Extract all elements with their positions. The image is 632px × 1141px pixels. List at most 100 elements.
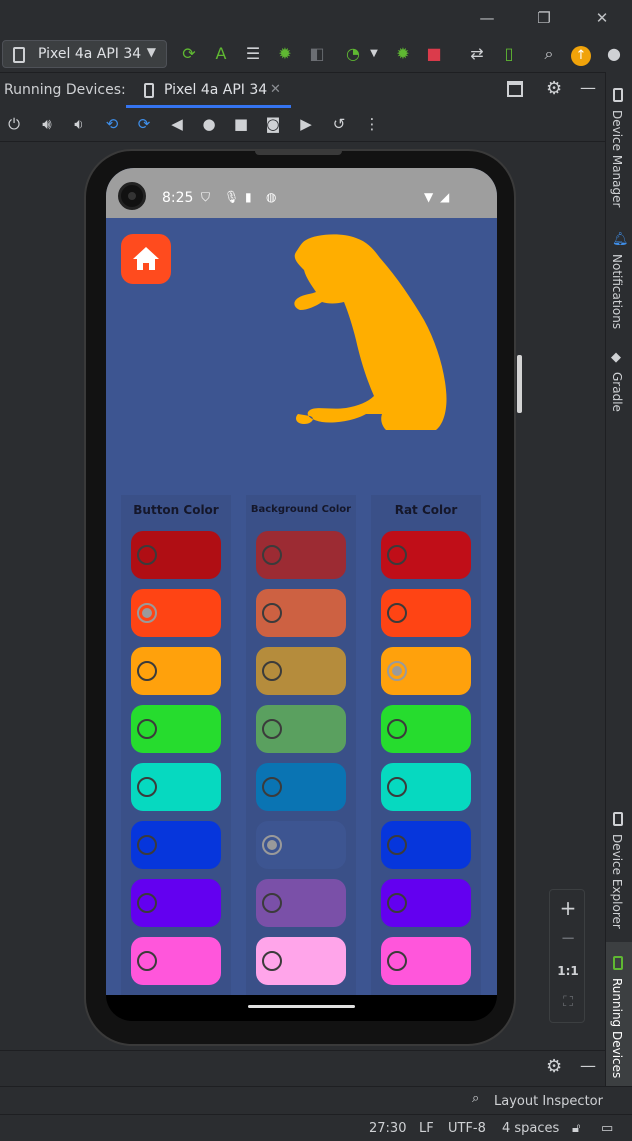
rotate-right-icon[interactable]: ⟳: [133, 113, 155, 135]
phone-screen[interactable]: 8:25 ⛉ 🎙︎ ▮ ◍ ▼ ◢ Button Color Backgroun…: [106, 168, 497, 995]
stop-icon[interactable]: ■: [422, 42, 446, 66]
gear-icon[interactable]: ⚙: [546, 1056, 562, 1077]
hide-panel-icon[interactable]: —: [580, 1056, 596, 1075]
gear-icon[interactable]: ⚙: [546, 78, 562, 99]
color-swatch-option[interactable]: [131, 937, 221, 985]
account-icon[interactable]: ●: [602, 42, 626, 66]
color-swatch-option[interactable]: [256, 879, 346, 927]
indent-setting[interactable]: 4 spaces: [502, 1121, 559, 1136]
debug-attach-icon[interactable]: ✹: [391, 42, 415, 66]
radio-unselected-icon[interactable]: [137, 661, 157, 681]
snapshot-icon[interactable]: ↺: [328, 113, 350, 135]
color-swatch-option[interactable]: [381, 647, 471, 695]
back-icon[interactable]: ◀: [166, 113, 188, 135]
color-swatch-option[interactable]: [256, 937, 346, 985]
color-swatch-option[interactable]: [381, 705, 471, 753]
notifications-tab[interactable]: Notifications: [610, 254, 624, 329]
radio-unselected-icon[interactable]: [262, 661, 282, 681]
radio-unselected-icon[interactable]: [262, 951, 282, 971]
radio-unselected-icon[interactable]: [137, 835, 157, 855]
zoom-out-button[interactable]: −: [550, 928, 586, 949]
profile-dropdown-icon[interactable]: ▼: [362, 42, 386, 66]
radio-unselected-icon[interactable]: [262, 893, 282, 913]
color-swatch-option[interactable]: [381, 589, 471, 637]
radio-selected-icon[interactable]: [137, 603, 157, 623]
radio-selected-icon[interactable]: [387, 661, 407, 681]
actual-size-button[interactable]: 1:1: [550, 964, 586, 978]
color-swatch-option[interactable]: [381, 821, 471, 869]
device-selector[interactable]: Pixel 4a API 34 ▼: [2, 40, 167, 68]
radio-unselected-icon[interactable]: [262, 719, 282, 739]
apply-changes-restart-icon[interactable]: ⟳: [177, 42, 201, 66]
radio-selected-icon[interactable]: [262, 835, 282, 855]
apply-code-changes-icon[interactable]: A: [209, 42, 233, 66]
color-swatch-option[interactable]: [131, 763, 221, 811]
search-icon[interactable]: ⌕: [537, 42, 561, 66]
color-swatch-option[interactable]: [381, 937, 471, 985]
radio-unselected-icon[interactable]: [387, 719, 407, 739]
gesture-nav-pill[interactable]: [248, 1005, 355, 1008]
debug-icon[interactable]: ✹: [273, 42, 297, 66]
home-nav-icon[interactable]: ●: [198, 113, 220, 135]
radio-unselected-icon[interactable]: [262, 603, 282, 623]
radio-unselected-icon[interactable]: [137, 893, 157, 913]
radio-unselected-icon[interactable]: [387, 545, 407, 565]
memory-indicator-icon[interactable]: ▭: [601, 1121, 613, 1136]
volume-up-icon[interactable]: 🔊︎: [36, 113, 58, 135]
radio-unselected-icon[interactable]: [387, 835, 407, 855]
color-swatch-option[interactable]: [256, 647, 346, 695]
radio-unselected-icon[interactable]: [387, 603, 407, 623]
color-swatch-option[interactable]: [256, 589, 346, 637]
gradle-tab[interactable]: Gradle: [610, 372, 624, 412]
radio-unselected-icon[interactable]: [387, 951, 407, 971]
volume-down-icon[interactable]: 🔉︎: [68, 113, 90, 135]
update-icon[interactable]: ↑: [569, 42, 593, 66]
color-swatch-option[interactable]: [256, 763, 346, 811]
file-encoding[interactable]: UTF-8: [448, 1121, 486, 1136]
close-tab-icon[interactable]: ✕: [270, 82, 281, 97]
color-swatch-option[interactable]: [381, 879, 471, 927]
fit-screen-icon[interactable]: ⛶: [550, 994, 586, 1010]
run-configuration-icon[interactable]: ☰: [241, 42, 265, 66]
radio-unselected-icon[interactable]: [137, 777, 157, 797]
color-swatch-option[interactable]: [381, 763, 471, 811]
radio-unselected-icon[interactable]: [387, 893, 407, 913]
more-options-icon[interactable]: ⋮: [361, 113, 383, 135]
radio-unselected-icon[interactable]: [137, 719, 157, 739]
color-swatch-option[interactable]: [131, 705, 221, 753]
rotate-left-icon[interactable]: ⟲: [101, 113, 123, 135]
color-swatch-option[interactable]: [256, 705, 346, 753]
device-explorer-tab[interactable]: Device Explorer: [610, 834, 624, 929]
attach-debugger-icon[interactable]: ◧: [305, 42, 329, 66]
device-mirror-icon[interactable]: ⇄: [465, 42, 489, 66]
radio-unselected-icon[interactable]: [387, 777, 407, 797]
color-swatch-option[interactable]: [131, 647, 221, 695]
phone-side-button[interactable]: [517, 355, 522, 413]
device-manager-icon[interactable]: ▯: [497, 42, 521, 66]
overview-icon[interactable]: ■: [230, 113, 252, 135]
home-button[interactable]: [121, 234, 171, 284]
layout-inspector-link[interactable]: Layout Inspector: [494, 1094, 603, 1109]
color-swatch-option[interactable]: [381, 531, 471, 579]
running-devices-tab[interactable]: Running Devices: [610, 978, 624, 1078]
radio-unselected-icon[interactable]: [137, 951, 157, 971]
power-icon[interactable]: ⏻: [3, 113, 25, 135]
minimize-icon[interactable]: —: [477, 8, 497, 28]
color-swatch-option[interactable]: [131, 821, 221, 869]
radio-unselected-icon[interactable]: [262, 545, 282, 565]
cursor-position[interactable]: 27:30: [369, 1121, 406, 1136]
radio-unselected-icon[interactable]: [262, 777, 282, 797]
color-swatch-option[interactable]: [256, 821, 346, 869]
line-separator[interactable]: LF: [419, 1121, 434, 1136]
screen-record-icon[interactable]: ▶: [295, 113, 317, 135]
radio-unselected-icon[interactable]: [137, 545, 157, 565]
color-swatch-option[interactable]: [131, 531, 221, 579]
lock-icon[interactable]: 🔓︎: [572, 1121, 580, 1136]
close-window-icon[interactable]: ✕: [592, 8, 612, 28]
color-swatch-option[interactable]: [131, 879, 221, 927]
hide-panel-icon[interactable]: —: [580, 78, 596, 97]
screenshot-icon[interactable]: ◙: [262, 113, 284, 135]
device-manager-tab[interactable]: Device Manager: [610, 110, 624, 207]
color-swatch-option[interactable]: [131, 589, 221, 637]
maximize-icon[interactable]: [507, 81, 523, 97]
